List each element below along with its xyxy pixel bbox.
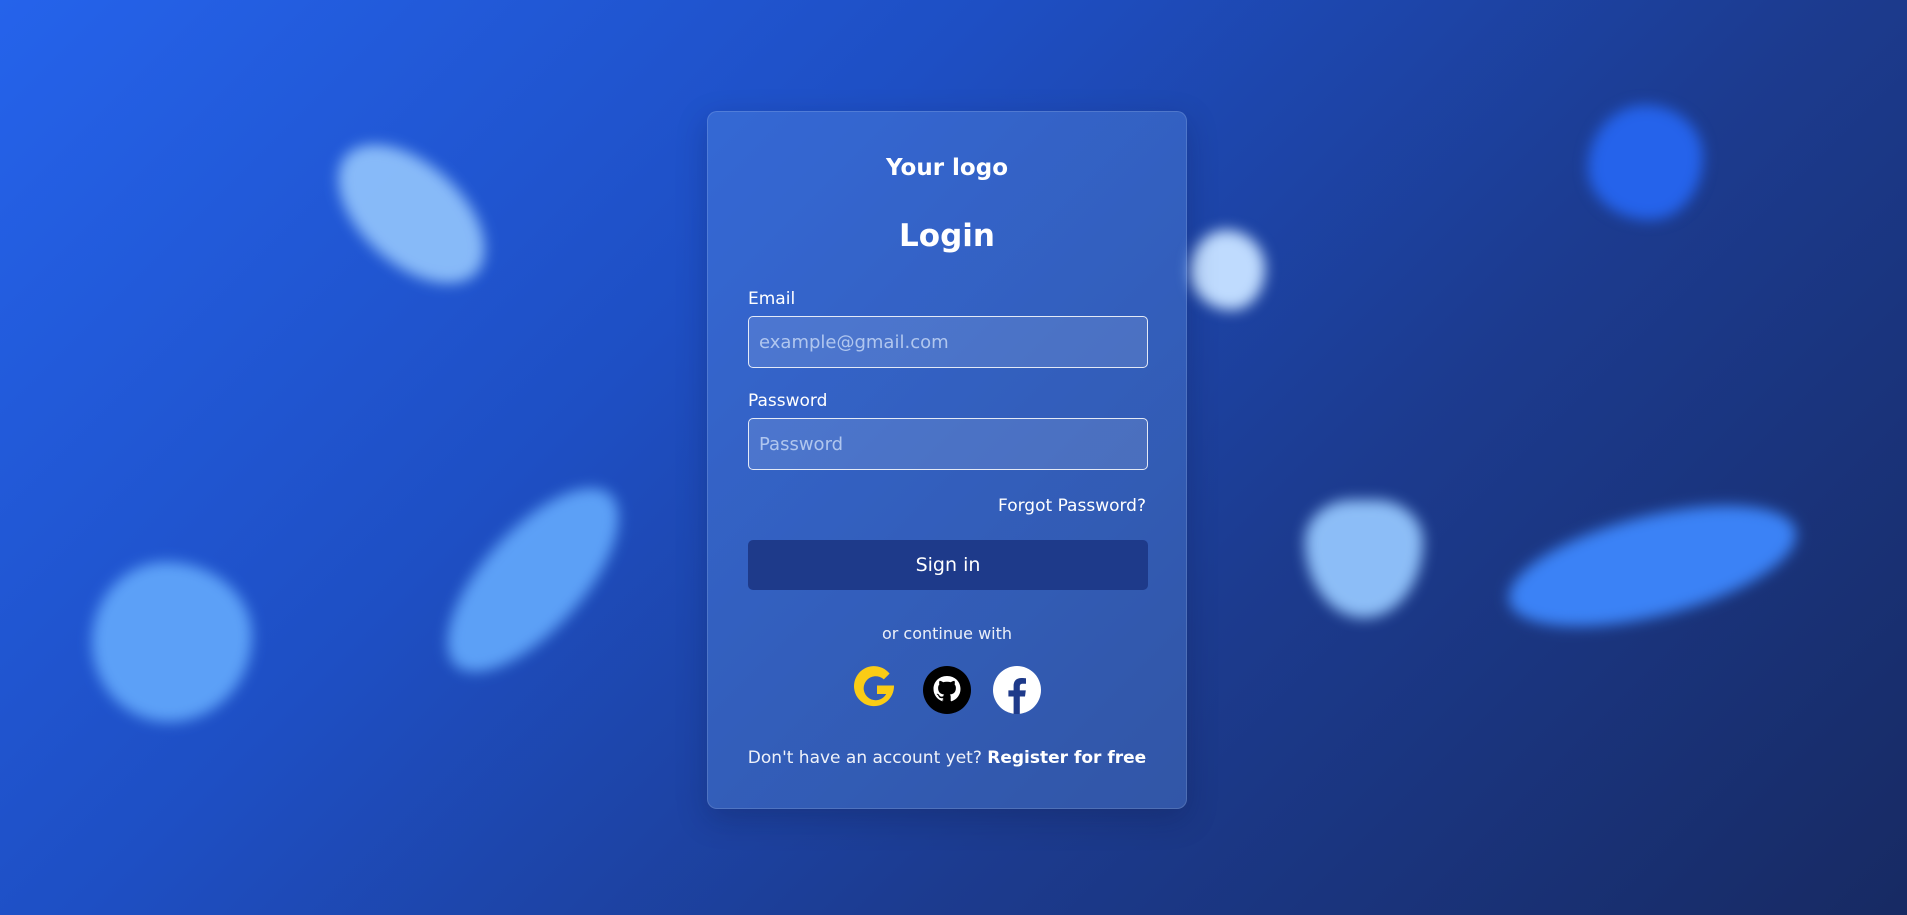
background-blob	[1497, 481, 1808, 651]
background-blob	[1305, 500, 1423, 618]
register-prompt-line: Don't have an account yet? Register for …	[708, 748, 1186, 768]
continue-with-text: or continue with	[881, 624, 1013, 643]
facebook-icon	[993, 666, 1041, 714]
facebook-login-button[interactable]	[992, 665, 1042, 715]
password-field[interactable]	[748, 418, 1148, 470]
password-label: Password	[748, 391, 828, 411]
background-blob	[313, 118, 510, 310]
github-login-button[interactable]	[922, 665, 972, 715]
google-login-button[interactable]	[852, 665, 902, 715]
email-field[interactable]	[748, 316, 1148, 368]
background-blob	[1588, 105, 1703, 220]
register-prompt-text: Don't have an account yet?	[747, 748, 982, 768]
social-login-group	[708, 665, 1186, 715]
register-link[interactable]: Register for free	[987, 748, 1146, 768]
background-blob	[1190, 230, 1265, 310]
background-blob	[418, 461, 648, 699]
email-label: Email	[748, 289, 796, 309]
sign-in-button[interactable]: Sign in	[748, 540, 1148, 590]
background-blob	[92, 562, 252, 722]
page-title: Login	[899, 218, 995, 254]
logo-text: Your logo	[885, 155, 1009, 181]
login-card: Your logo Login Email Password Forgot Pa…	[707, 111, 1187, 809]
google-icon	[854, 666, 895, 707]
forgot-password-link[interactable]: Forgot Password?	[998, 496, 1146, 516]
github-icon	[923, 666, 971, 714]
